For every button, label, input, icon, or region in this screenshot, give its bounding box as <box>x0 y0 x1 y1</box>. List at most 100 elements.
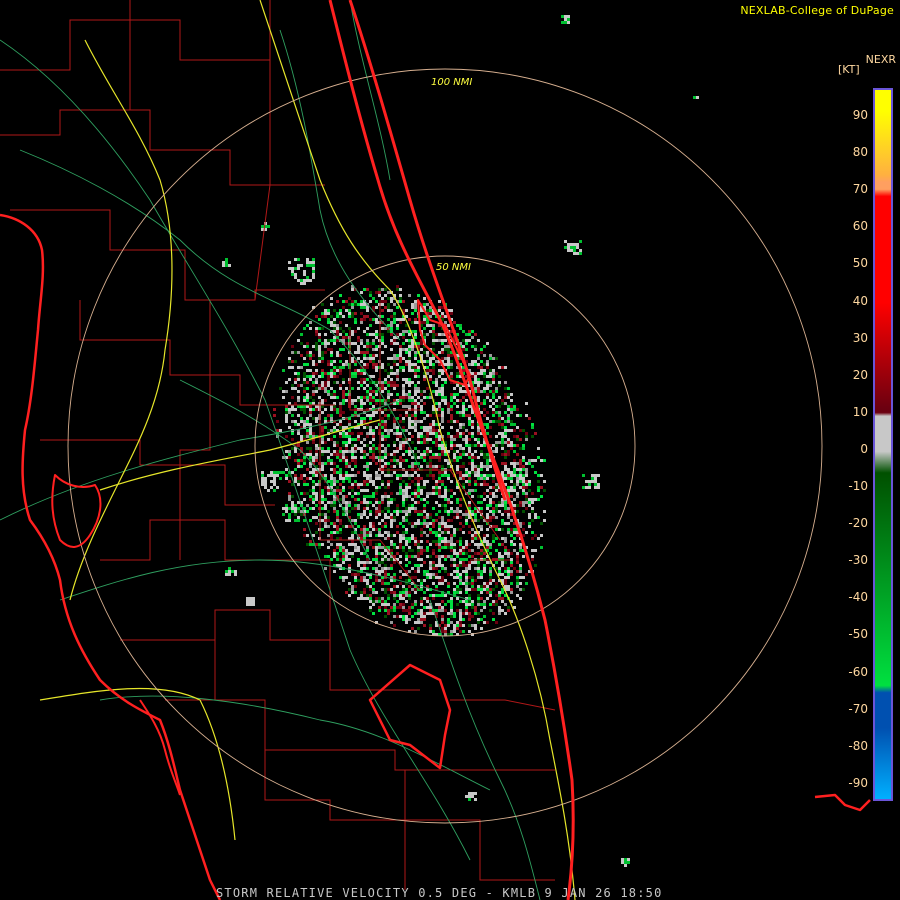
echo-pixel <box>522 555 525 558</box>
echo-pixel <box>333 552 336 555</box>
echo-pixel <box>435 624 438 627</box>
echo-pixel <box>513 483 516 486</box>
echo-pixel <box>477 600 480 603</box>
echo-pixel <box>411 423 414 426</box>
echo-pixel <box>441 621 444 624</box>
echo-pixel <box>309 357 312 360</box>
echo-pixel <box>477 525 480 528</box>
echo-pixel <box>357 381 360 384</box>
echo-pixel <box>324 315 327 318</box>
echo-pixel <box>429 438 432 441</box>
echo-pixel <box>423 396 426 399</box>
echo-pixel <box>351 543 354 546</box>
echo-pixel <box>432 561 435 564</box>
echo-pixel <box>486 342 489 345</box>
echo-pixel <box>450 399 453 402</box>
echo-pixel <box>468 405 471 408</box>
echo-pixel <box>390 453 393 456</box>
echo-pixel <box>519 501 522 504</box>
echo-pixel <box>297 423 300 426</box>
echo-pixel <box>324 387 327 390</box>
echo-pixel <box>459 618 462 621</box>
echo-pixel <box>477 546 480 549</box>
echo-pixel <box>375 534 378 537</box>
echo-pixel <box>408 378 411 381</box>
echo-pixel <box>363 363 366 366</box>
echo-pixel <box>528 504 531 507</box>
echo-pixel <box>468 456 471 459</box>
echo-pixel <box>372 456 375 459</box>
echo-pixel <box>393 372 396 375</box>
echo-pixel <box>291 360 294 363</box>
echo-pixel <box>336 411 339 414</box>
echo-pixel <box>375 507 378 510</box>
echo-pixel <box>474 375 477 378</box>
echo-pixel <box>450 558 453 561</box>
echo-pixel <box>375 426 378 429</box>
echo-pixel <box>405 483 408 486</box>
echo-pixel <box>306 510 309 513</box>
echo-pixel <box>486 588 489 591</box>
echo-pixel <box>378 609 381 612</box>
echo-pixel <box>477 567 480 570</box>
echo-pixel <box>312 399 315 402</box>
echo-pixel <box>342 435 345 438</box>
echo-pixel <box>315 471 318 474</box>
echo-pixel <box>417 510 420 513</box>
echo-pixel <box>360 396 363 399</box>
echo-pixel <box>288 450 291 453</box>
echo-pixel <box>489 492 492 495</box>
echo-pixel <box>288 426 291 429</box>
echo-pixel <box>483 456 486 459</box>
echo-pixel <box>477 363 480 366</box>
echo-pixel <box>435 594 438 597</box>
echo-pixel <box>447 405 450 408</box>
echo-pixel <box>306 447 309 450</box>
echo-pixel <box>516 594 519 597</box>
echo-pixel <box>438 402 441 405</box>
echo-pixel <box>336 351 339 354</box>
echo-pixel <box>303 474 306 477</box>
echo-pixel <box>474 627 477 630</box>
echo-pixel <box>321 375 324 378</box>
echo-pixel <box>516 585 519 588</box>
echo-pixel <box>345 456 348 459</box>
echo-pixel <box>369 609 372 612</box>
echo-pixel <box>339 411 342 414</box>
echo-pixel <box>447 411 450 414</box>
echo-pixel <box>444 399 447 402</box>
echo-pixel <box>300 477 303 480</box>
echo-pixel <box>405 507 408 510</box>
echo-pixel <box>402 390 405 393</box>
echo-pixel <box>504 453 507 456</box>
echo-pixel <box>522 486 525 489</box>
echo-pixel <box>474 468 477 471</box>
echo-pixel <box>342 390 345 393</box>
echo-pixel <box>378 546 381 549</box>
echo-pixel <box>339 354 342 357</box>
echo-pixel <box>507 507 510 510</box>
echo-pixel <box>384 525 387 528</box>
echo-pixel <box>516 561 519 564</box>
echo-pixel <box>480 555 483 558</box>
echo-pixel <box>471 336 474 339</box>
echo-pixel <box>393 606 396 609</box>
echo-pixel <box>468 564 471 567</box>
echo-pixel <box>399 594 402 597</box>
echo-pixel <box>417 558 420 561</box>
echo-pixel <box>483 537 486 540</box>
echo-pixel <box>339 558 342 561</box>
echo-pixel <box>369 543 372 546</box>
echo-pixel <box>369 396 372 399</box>
echo-pixel <box>462 408 465 411</box>
echo-pixel <box>408 594 411 597</box>
echo-pixel <box>444 567 447 570</box>
echo-pixel <box>375 369 378 372</box>
echo-pixel <box>312 417 315 420</box>
echo-pixel <box>402 330 405 333</box>
echo-pixel <box>381 450 384 453</box>
echo-pixel <box>363 426 366 429</box>
echo-pixel <box>507 414 510 417</box>
echo-pixel <box>381 366 384 369</box>
echo-pixel <box>351 519 354 522</box>
